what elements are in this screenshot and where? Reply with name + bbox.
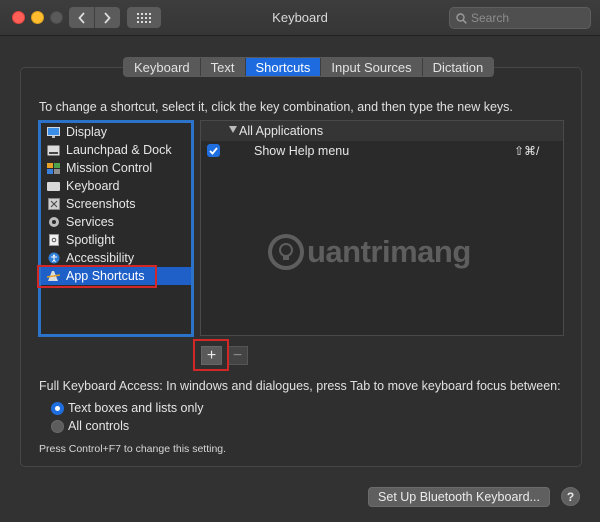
zoom-window-button[interactable] [50,11,63,24]
radio-text-boxes-lists[interactable]: Text boxes and lists only [51,401,204,415]
mission-control-icon [47,162,60,174]
document-icon [47,234,60,246]
gear-icon [47,216,60,228]
title-bar: Keyboard [0,0,600,36]
category-launchpad-dock[interactable]: Launchpad & Dock [41,141,191,159]
radio-label: Text boxes and lists only [68,401,204,415]
lightbulb-logo-icon [268,234,304,270]
search-icon [456,12,467,24]
close-window-button[interactable] [12,11,25,24]
display-icon [47,126,60,138]
back-button[interactable] [69,7,94,28]
category-mission-control[interactable]: Mission Control [41,159,191,177]
category-app-shortcuts[interactable]: App Shortcuts [41,267,191,285]
category-label: Accessibility [66,251,135,265]
radio-all-controls[interactable]: All controls [51,419,129,433]
radio-button-unselected[interactable] [51,419,64,433]
category-keyboard[interactable]: Keyboard [41,177,191,195]
group-header-all-applications[interactable]: All Applications [201,121,563,141]
full-keyboard-access-label: Full Keyboard Access: In windows and dia… [39,379,561,393]
category-label: Screenshots [66,197,136,211]
radio-label: All controls [68,419,130,433]
watermark-text: uantrimang [307,234,471,269]
setup-bluetooth-keyboard-button[interactable]: Set Up Bluetooth Keyboard... [368,487,550,507]
disclosure-triangle-icon [229,126,237,133]
group-label: All Applications [239,124,324,138]
launchpad-icon [47,144,60,156]
radio-button-selected[interactable] [51,401,64,415]
category-label: Services [66,215,114,229]
app-shortcuts-icon [47,270,60,282]
instruction-text: To change a shortcut, select it, click t… [39,100,513,114]
category-label: Mission Control [66,161,153,175]
chevron-right-icon [104,11,111,24]
category-screenshots[interactable]: Screenshots [41,195,191,213]
chevron-left-icon [77,11,85,24]
tab-shortcuts[interactable]: Shortcuts [244,58,321,76]
accessibility-icon [47,252,60,264]
category-spotlight[interactable]: Spotlight [41,231,191,249]
shortcut-keys[interactable]: ⇧⌘/ [514,144,539,158]
screenshot-icon [47,198,60,210]
shortcut-command: Show Help menu [254,144,350,158]
remove-shortcut-button[interactable]: − [227,346,248,365]
tab-dictation[interactable]: Dictation [421,58,494,76]
grid-icon [137,12,151,23]
tab-bar: Keyboard Text Shortcuts Input Sources Di… [123,57,495,77]
category-display[interactable]: Display [41,123,191,141]
category-label: Display [66,125,107,139]
search-input[interactable] [471,11,581,25]
tab-keyboard[interactable]: Keyboard [124,58,200,76]
control-f7-note: Press Control+F7 to change this setting. [39,443,227,455]
shortcut-category-list[interactable]: Display Launchpad & Dock Mission Control… [38,120,194,337]
tab-input-sources[interactable]: Input Sources [320,58,422,76]
category-services[interactable]: Services [41,213,191,231]
category-accessibility[interactable]: Accessibility [41,249,191,267]
add-shortcut-button[interactable]: + [201,346,222,365]
help-button[interactable]: ? [561,487,580,506]
shortcuts-table[interactable]: All Applications Show Help menu ⇧⌘/ uant… [200,120,564,336]
show-all-button[interactable] [127,7,161,28]
category-label: App Shortcuts [66,269,145,283]
keyboard-icon [47,180,60,192]
search-box[interactable] [449,7,591,29]
watermark: uantrimang [267,233,471,271]
category-label: Keyboard [66,179,120,193]
category-label: Spotlight [66,233,115,247]
shortcut-row[interactable]: Show Help menu ⇧⌘/ [201,141,563,161]
minimize-window-button[interactable] [31,11,44,24]
forward-button[interactable] [94,7,119,28]
checkmark-icon [209,146,218,155]
navigation-buttons [69,7,120,28]
shortcut-enabled-checkbox[interactable] [207,144,220,157]
category-label: Launchpad & Dock [66,143,172,157]
tab-text[interactable]: Text [199,58,245,76]
